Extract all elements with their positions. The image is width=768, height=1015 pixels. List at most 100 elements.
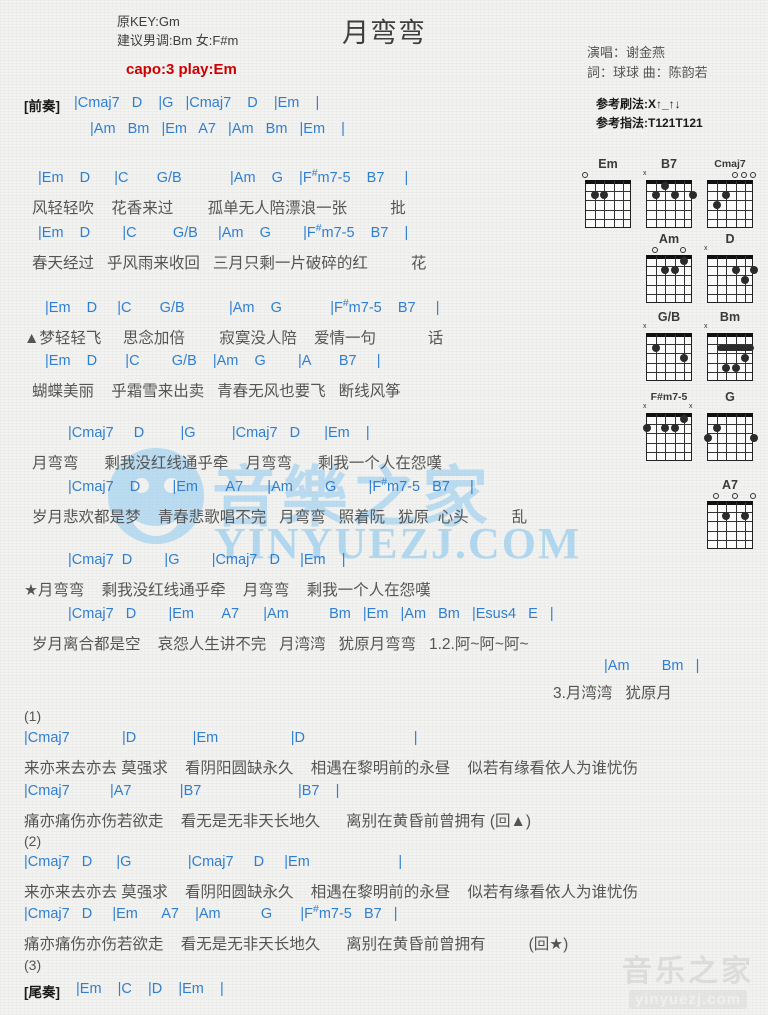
- finger-dot: [591, 191, 600, 200]
- chord-open-string-markers: [705, 404, 755, 413]
- finger-dot: [722, 363, 731, 372]
- finger-dot: [704, 434, 712, 442]
- chorus-2-chords-3: |Am Bm |: [604, 658, 700, 674]
- fretboard-grid: [707, 180, 753, 228]
- muted-string-icon: x: [704, 245, 708, 252]
- muted-string-icon: x: [643, 323, 647, 330]
- fretboard-grid: [707, 501, 753, 549]
- chord-open-string-markers: [705, 492, 756, 501]
- fretboard-grid: [707, 333, 754, 381]
- nut: [707, 255, 753, 259]
- fret-line: [647, 284, 691, 286]
- open-string-icon: [713, 493, 720, 499]
- chorus-2-lyrics-2: 岁月离合都是空 哀怨人生讲不完 月湾湾 犹原月弯弯 1.2.阿~阿~阿~: [32, 636, 529, 653]
- chorus-1-lyrics-1: 月弯弯 剩我没红线通乎牵 月弯弯 剩我一个人在怨嘆: [32, 455, 442, 472]
- finger-dot: [713, 424, 722, 433]
- chorus-2-chords-1: |Cmaj7 D |G |Cmaj7 D |Em |: [68, 552, 346, 568]
- ending-2-chords-1: |Cmaj7 D |G |Cmaj7 D |Em |: [24, 854, 403, 870]
- finger-dot: [661, 424, 670, 433]
- chord-sheet: 原KEY:Gm 建议男调:Bm 女:F#m capo:3 play:Em 月弯弯…: [0, 0, 768, 1015]
- verse-2-chords-1: |Em D |C G/B |Am G |F#m7-5 B7 |: [45, 298, 440, 316]
- verse-1-chords-1: |Em D |C G/B |Am G |F#m7-5 B7 |: [38, 168, 409, 186]
- muted-string-icon: x: [643, 170, 647, 177]
- chord-open-string-markers: x: [704, 245, 755, 255]
- chord-diagram-g-b: G/B x: [643, 310, 694, 381]
- chord-open-string-markers: [705, 171, 756, 180]
- fret-line: [708, 452, 752, 454]
- fret-line: [647, 442, 691, 444]
- chorus-2-lyrics-1: ★月弯弯 剩我没红线通乎牵 月弯弯 剩我一个人在怨嘆: [24, 582, 431, 599]
- fret-line: [647, 423, 691, 425]
- chorus-1-lyrics-2: 岁月悲欢都是梦 青春悲歌唱不完 月弯弯 照着阮 犹原 心头 乱: [32, 509, 528, 526]
- outro-chords: |Em |C |D |Em |: [76, 981, 224, 997]
- writer-credit: 詞：球球 曲：陈韵若: [587, 65, 708, 80]
- verse-2-lyrics-1: ▲梦轻轻飞 思念加倍 寂寞没人陪 爱情一句 话: [24, 330, 444, 347]
- strum-pattern: 参考刷法:X↑_↑↓: [596, 97, 681, 111]
- finger-dot: [679, 256, 688, 265]
- fret-line: [647, 372, 691, 374]
- fret-line: [647, 452, 691, 454]
- chord-diagram-b7: B7 x: [643, 157, 697, 228]
- finger-dot: [713, 201, 722, 209]
- chorus-2-chords-2: |Cmaj7 D |Em A7 |Am Bm |Em |Am Bm |Esus4…: [68, 606, 554, 622]
- chord-open-string-markers: x: [643, 323, 694, 333]
- fret-line: [708, 284, 752, 286]
- fret-line: [708, 209, 752, 211]
- nut: [707, 501, 753, 505]
- finger-dot: [740, 512, 749, 521]
- fret-line: [647, 200, 691, 202]
- open-string-icon: [740, 172, 747, 178]
- ending-1-label: (1): [24, 708, 42, 724]
- singer-credit: 演唱：谢金燕: [587, 45, 666, 60]
- verse-1-lyrics-1: 风轻轻吹 花香来过 孤单无人陪漂浪一张 批: [32, 200, 406, 217]
- chorus-2-lyrics-3: 3.月湾湾 犹原月: [553, 685, 672, 702]
- fret-line: [708, 521, 752, 523]
- finger-dot: [652, 191, 661, 200]
- ending-1-chords-2: |Cmaj7 |A7 |B7 |B7 |: [24, 783, 340, 799]
- muted-string-icon: x: [704, 323, 708, 330]
- verse-2-chords-2: |Em D |C G/B |Am G |A B7 |: [45, 353, 381, 369]
- picking-pattern: 参考指法:T121T121: [596, 116, 703, 130]
- nut: [707, 333, 753, 337]
- finger-dot: [670, 266, 679, 275]
- finger-dot: [679, 414, 688, 423]
- fretboard-grid: [646, 180, 697, 228]
- fretboard-grid: [704, 413, 758, 461]
- chord-diagram-name: F#m7-5: [650, 391, 688, 403]
- finger-dot: [731, 363, 740, 372]
- muted-string-icon: x: [643, 403, 647, 410]
- finger-dot: [731, 266, 740, 275]
- finger-dot: [643, 424, 651, 433]
- chord-diagram-name: Em: [598, 157, 618, 171]
- fret-line: [586, 200, 630, 202]
- fret-line: [708, 540, 752, 542]
- finger-dot: [689, 191, 697, 200]
- chord-diagram-em: Em: [582, 157, 633, 228]
- outro-label: [尾奏]: [24, 985, 60, 1000]
- finger-dot: [750, 266, 758, 275]
- finger-dot: [652, 344, 661, 353]
- fretboard-grid: [646, 333, 692, 381]
- chord-open-string-markers: x: [643, 170, 694, 180]
- chord-diagram-name: D: [725, 232, 735, 246]
- fret-line: [708, 265, 752, 267]
- intro-chords-1: |Cmaj7 D |G |Cmaj7 D |Em |: [74, 95, 320, 111]
- muted-string-icon: x: [689, 403, 693, 410]
- chord-diagram-name: G: [725, 390, 735, 404]
- nut: [707, 413, 753, 417]
- finger-dot: [600, 191, 609, 200]
- open-string-icon: [679, 247, 686, 253]
- chord-diagram-bm: Bm x: [704, 310, 755, 381]
- ending-2-lyrics-1: 来亦来去亦去 莫强求 看阴阳圆缺永久 相遇在黎明前的永昼 似若有缘看依人为谁忧伤: [24, 884, 638, 901]
- chord-open-string-markers: [582, 171, 633, 180]
- fret-line: [647, 362, 691, 364]
- chord-open-string-markers: [644, 246, 694, 255]
- ending-2-chords-2: |Cmaj7 D |Em A7 |Am G |F#m7-5 B7 |: [24, 904, 398, 922]
- intro-label: [前奏]: [24, 99, 60, 114]
- finger-dot: [750, 434, 758, 442]
- open-string-icon: [582, 172, 588, 178]
- nut: [646, 333, 692, 337]
- fret-line: [647, 275, 691, 277]
- verse-1-chords-2: |Em D |C G/B |Am G |F#m7-5 B7 |: [38, 223, 409, 241]
- finger-dot: [661, 266, 670, 275]
